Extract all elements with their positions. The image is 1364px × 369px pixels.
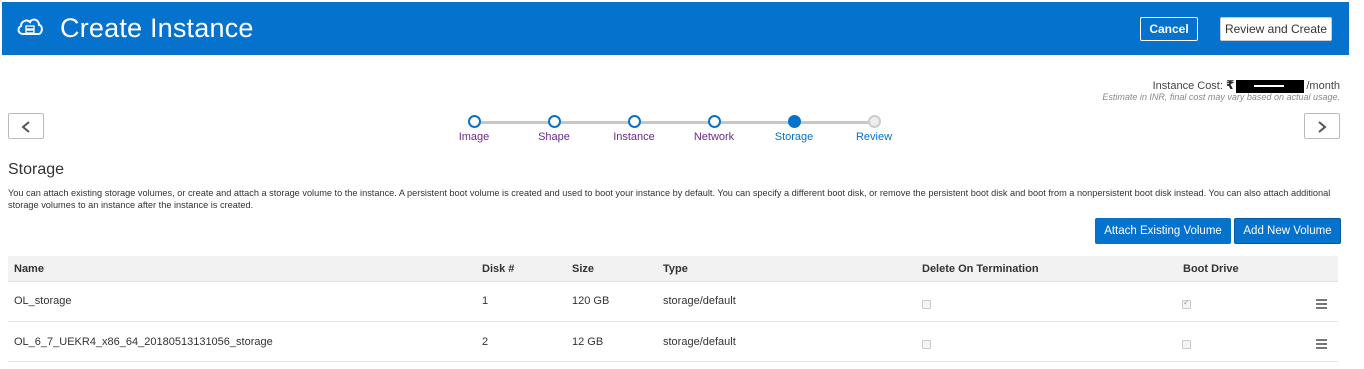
train-step-instance[interactable]: Instance bbox=[594, 114, 674, 143]
cell-disk: 2 bbox=[482, 336, 489, 348]
step-dot bbox=[467, 115, 481, 128]
train-step-review[interactable]: Review bbox=[834, 114, 914, 143]
instance-cost-label: Instance Cost: bbox=[1152, 80, 1223, 92]
previous-step-button[interactable] bbox=[8, 113, 44, 139]
step-dot bbox=[547, 115, 561, 128]
step-dot bbox=[707, 115, 721, 128]
boot-drive-checkbox[interactable] bbox=[1182, 340, 1191, 349]
step-label: Network bbox=[693, 131, 735, 143]
review-and-create-button[interactable]: Review and Create bbox=[1220, 17, 1332, 41]
table-header: Name Disk # Size Type Delete On Terminat… bbox=[8, 256, 1338, 282]
step-label: Image bbox=[458, 131, 490, 143]
cost-period: /month bbox=[1306, 80, 1340, 92]
section-title: Storage bbox=[8, 161, 65, 178]
step-dot bbox=[627, 115, 641, 128]
add-new-volume-button[interactable]: Add New Volume bbox=[1234, 218, 1341, 244]
column-header-type[interactable]: Type bbox=[663, 263, 688, 275]
column-header-name[interactable]: Name bbox=[14, 263, 44, 275]
train-step-image[interactable]: Image bbox=[434, 114, 514, 143]
chevron-right-icon bbox=[1318, 121, 1327, 133]
step-label: Review bbox=[855, 131, 893, 143]
attach-existing-volume-button[interactable]: Attach Existing Volume bbox=[1095, 218, 1231, 244]
step-label: Storage bbox=[774, 131, 814, 143]
step-dot-current bbox=[787, 115, 801, 128]
section-description: You can attach existing storage volumes,… bbox=[8, 188, 1331, 210]
cell-name: OL_storage bbox=[14, 295, 72, 307]
column-header-size[interactable]: Size bbox=[572, 263, 594, 275]
cell-size: 12 GB bbox=[572, 336, 604, 348]
currency-symbol: ₹ bbox=[1226, 78, 1235, 92]
cell-type: storage/default bbox=[663, 336, 736, 348]
delete-on-termination-checkbox[interactable] bbox=[922, 340, 931, 349]
train-step-network[interactable]: Network bbox=[674, 114, 754, 143]
page-header: Create Instance Cancel Review and Create bbox=[2, 2, 1349, 55]
redacted-cost-value bbox=[1236, 79, 1305, 93]
step-dot-future bbox=[867, 115, 881, 128]
instance-cost: Instance Cost: ₹ /month bbox=[1153, 78, 1340, 93]
storage-table: Name Disk # Size Type Delete On Terminat… bbox=[8, 256, 1338, 362]
train-step-storage[interactable]: Storage bbox=[754, 114, 834, 143]
row-menu-icon[interactable] bbox=[1316, 339, 1327, 349]
table-row: OL_storage 1 120 GB storage/default bbox=[8, 282, 1338, 322]
row-menu-icon[interactable] bbox=[1316, 299, 1327, 309]
step-train: Image Shape Instance Network Storage Rev… bbox=[434, 114, 914, 148]
train-step-shape[interactable]: Shape bbox=[514, 114, 594, 143]
cell-name: OL_6_7_UEKR4_x86_64_20180513131056_stora… bbox=[14, 336, 273, 348]
column-header-disk[interactable]: Disk # bbox=[482, 263, 514, 275]
cancel-button[interactable]: Cancel bbox=[1140, 17, 1198, 41]
boot-drive-checkbox[interactable] bbox=[1182, 298, 1191, 309]
column-header-boot-drive[interactable]: Boot Drive bbox=[1183, 263, 1239, 275]
cost-estimate-note: Estimate in INR, final cost may vary bas… bbox=[1102, 92, 1340, 102]
cell-disk: 1 bbox=[482, 295, 489, 307]
next-step-button[interactable] bbox=[1304, 113, 1340, 139]
cloud-server-icon bbox=[16, 15, 44, 41]
column-header-delete-on-termination[interactable]: Delete On Termination bbox=[922, 263, 1039, 275]
step-label: Instance bbox=[613, 131, 655, 143]
cell-type: storage/default bbox=[663, 295, 736, 307]
table-row: OL_6_7_UEKR4_x86_64_20180513131056_stora… bbox=[8, 322, 1338, 362]
cell-size: 120 GB bbox=[572, 295, 610, 307]
step-label: Shape bbox=[538, 131, 570, 143]
delete-on-termination-checkbox[interactable] bbox=[922, 300, 931, 309]
chevron-left-icon bbox=[21, 121, 30, 133]
page-title: Create Instance bbox=[60, 13, 254, 43]
